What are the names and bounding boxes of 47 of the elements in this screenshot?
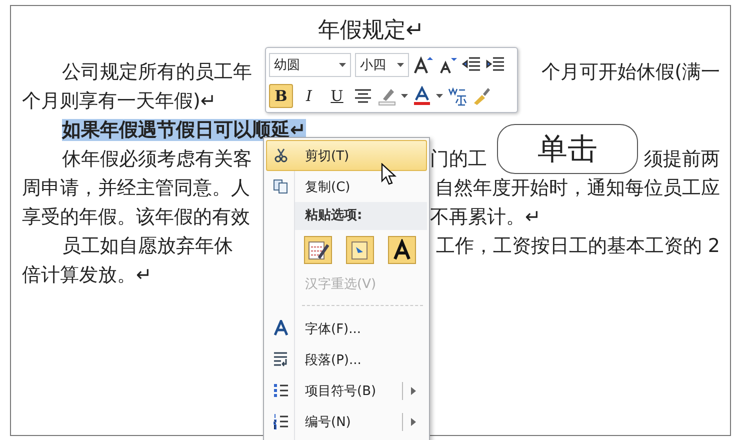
bullets-icon	[273, 382, 289, 399]
menu-item[interactable]: 编号(N)	[266, 406, 427, 437]
document-title: 年假规定↵	[316, 17, 426, 45]
font-icon	[273, 320, 289, 337]
menu-item[interactable]: 项目符号(B)	[266, 375, 427, 406]
body-text: 不再累计。↵	[430, 205, 541, 230]
menu-item[interactable]: 字体(F)...	[266, 313, 427, 344]
submenu-arrow-icon	[411, 418, 416, 426]
body-text: 员工如自愿放弃年休	[62, 235, 233, 257]
body-text: 享受的年假。该年假的有效	[22, 206, 250, 228]
menu-item[interactable]: 段落(P)...	[266, 344, 427, 375]
caret-icon	[339, 62, 346, 66]
format-button[interactable]: U	[325, 84, 349, 108]
font-dropdown[interactable]: 幼圆	[269, 52, 351, 76]
body-text: 周申请，并经主管同意。人	[22, 177, 250, 199]
format-button[interactable]: B	[269, 84, 293, 108]
grow-font-icon[interactable]	[413, 54, 433, 74]
numbering-icon	[273, 413, 289, 430]
phonetic-guide-icon[interactable]	[447, 86, 467, 106]
format-button[interactable]: I	[297, 84, 321, 108]
caret-icon	[401, 94, 408, 98]
callout-bubble: 单击	[497, 124, 638, 174]
body-text: 倍计算发放。↵	[22, 264, 152, 286]
mouse-cursor-icon	[381, 163, 397, 187]
paste-text-only-button[interactable]	[388, 236, 416, 264]
body-text: 须提前两	[644, 147, 720, 172]
font-color-icon[interactable]	[412, 86, 432, 106]
body-text: 公司规定所有的员工年	[62, 61, 252, 83]
paragraph-icon	[273, 351, 289, 368]
scissors-icon	[273, 147, 289, 164]
paste-keep-formatting-button[interactable]	[304, 236, 332, 264]
body-text: 个月则享有一天年假)↵	[22, 90, 216, 112]
body-text: 休年假必须考虑有关客	[62, 148, 252, 170]
clipboard-brush-icon	[307, 239, 329, 261]
menu-header: 粘贴选项:	[295, 202, 427, 230]
font-size-dropdown[interactable]: 小四	[355, 52, 409, 76]
body-text: 自然年度开始时，通知每位员工应	[435, 176, 720, 201]
submenu-arrow-icon	[411, 386, 416, 394]
menu-item[interactable]: 剪切(T)	[266, 140, 427, 171]
body-text: 门的工	[430, 147, 487, 172]
paste-merge-button[interactable]	[346, 236, 374, 264]
text-only-icon	[391, 239, 413, 261]
body-text: 工作，工资按日工的基本工资的 2	[436, 234, 720, 259]
caret-icon	[397, 62, 404, 66]
caret-icon	[436, 94, 443, 98]
body-text: 个月可开始休假(满一	[542, 60, 720, 85]
copy-icon	[273, 178, 289, 195]
